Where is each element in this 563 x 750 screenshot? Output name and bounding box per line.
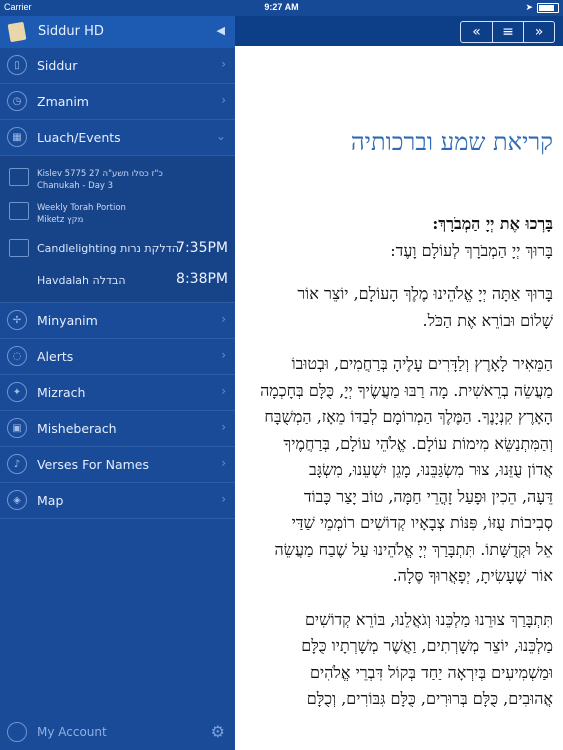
text-line: מַעֲשֵׂה בְרֵאשִׁית. מָה רַבּוּ מַעֲשֶׂי… xyxy=(260,380,553,400)
prayer-title: קריאת שמע וברכותיה xyxy=(350,128,553,156)
sidebar-item-map[interactable]: ◈ Map › xyxy=(0,483,235,519)
sidebar-item-zmanim[interactable]: ◷ Zmanim › xyxy=(0,84,235,120)
sidebar-item-label: Siddur xyxy=(37,58,78,73)
text-line: בָּרוּךְ יְיָ הַמְבֹרָךְ לְעוֹלָם וָעֶד: xyxy=(390,240,553,260)
luach-panel: Kislev 5775 27 כ"ז כסלו תשע"ה Chanukah -… xyxy=(0,156,235,303)
prayer-content[interactable]: קריאת שמע וברכותיה בָּרְכוּ אֶת יְיָ הַמ… xyxy=(235,16,563,750)
text-line: אֲהוּבִים, כֻּלָּם בְּרוּרִים, כֻּלָּם ג… xyxy=(306,689,553,708)
top-toolbar: « ≡ » xyxy=(235,16,563,46)
holiday-label: Chanukah - Day 3 xyxy=(37,181,114,191)
text-line: דֵּעָה, הֵכִין וּפָעַל זָהֳרֵי חַמָּה, ט… xyxy=(303,486,553,506)
my-account-link[interactable]: My Account xyxy=(37,725,107,739)
previous-section-button[interactable]: « xyxy=(461,22,492,42)
calendar-icon xyxy=(9,168,29,186)
scroll-icon: ▣ xyxy=(7,418,27,438)
havdalah-row[interactable]: Havdalah הבדלה 8:38PM xyxy=(0,264,235,294)
candlelighting-row[interactable]: Candlelighting הדלקת נרות 7:35PM xyxy=(0,234,235,264)
sidebar-footer: My Account ⚙ xyxy=(0,715,235,750)
status-bar: Carrier 9:27 AM ➤ xyxy=(0,0,563,16)
chevron-right-icon: › xyxy=(221,57,226,71)
sidebar-item-label: Zmanim xyxy=(37,94,89,109)
music-note-icon: ♪ xyxy=(7,454,27,474)
sidebar-item-luach[interactable]: ▦ Luach/Events ⌄ xyxy=(0,120,235,156)
prayer-text: בָּרְכוּ אֶת יְיָ הַמְבֹרָךְ: בָּרוּךְ י… xyxy=(235,211,553,730)
text-line: הַמֵּאִיר לָאָרֶץ וְלַדָּרִים עָלֶיהָ בְ… xyxy=(291,354,553,373)
text-line: סְבִיבוֹת עֻזּוֹ, פִּנּוֹת צְבָאָיו קְדו… xyxy=(291,513,553,532)
candlelighting-label: Candlelighting הדלקת נרות xyxy=(37,242,179,255)
sidebar-item-verses-for-names[interactable]: ♪ Verses For Names › xyxy=(0,447,235,483)
text-line: וְהַמִּתְנַשֵּׂא מִימוֹת עוֹלָם. אֱלֹהֵי… xyxy=(283,433,553,453)
chevron-right-icon: › xyxy=(221,420,226,434)
sidebar-item-mizrach[interactable]: ✦ Mizrach › xyxy=(0,375,235,411)
text-line: אֲדוֹן עֻזֵּנוּ, צוּר מִשְׂגַּבֵּנוּ, מָ… xyxy=(308,460,553,479)
torah-portion-heading: Weekly Torah Portion xyxy=(37,203,126,213)
sidebar-item-misheberach[interactable]: ▣ Misheberach › xyxy=(0,411,235,447)
text-line: בָּרוּךְ אַתָּה יְיָ אֱלֹהֵינוּ מֶלֶךְ ה… xyxy=(297,284,553,303)
sidebar-item-label: Luach/Events xyxy=(37,130,121,145)
torah-portion-name: Miketz מקץ xyxy=(37,215,84,225)
chevron-right-icon: › xyxy=(221,384,226,398)
table-of-contents-button[interactable]: ≡ xyxy=(492,22,523,42)
collapse-sidebar-icon[interactable]: ◀ xyxy=(217,24,225,37)
gear-icon[interactable]: ⚙ xyxy=(211,722,225,741)
paragraph-yotzer: בָּרוּךְ אַתָּה יְיָ אֱלֹהֵינוּ מֶלֶךְ ה… xyxy=(235,281,553,334)
star-compass-icon: ✦ xyxy=(7,382,27,402)
book-icon: ▯ xyxy=(7,55,27,75)
chevron-right-icon: › xyxy=(221,492,226,506)
havdalah-label: Havdalah הבדלה xyxy=(37,274,126,287)
text-line: תִּתְבָּרַךְ צוּרֵנוּ מַלְכֵּנוּ וְגֹאֲל… xyxy=(304,609,553,629)
map-icon: ◈ xyxy=(7,490,27,510)
chat-bubble-icon: ◌ xyxy=(7,346,27,366)
paragraph-barchu: בָּרְכוּ אֶת יְיָ הַמְבֹרָךְ: בָּרוּךְ י… xyxy=(235,211,553,264)
sidebar-item-label: Misheberach xyxy=(37,421,117,436)
navigation-segmented-control: « ≡ » xyxy=(460,21,555,43)
hebrew-date: Kislev 5775 27 כ"ז כסלו תשע"ה xyxy=(37,169,163,179)
sidebar-item-alerts[interactable]: ◌ Alerts › xyxy=(0,339,235,375)
sidebar-item-label: Alerts xyxy=(37,349,74,364)
sidebar-item-label: Verses For Names xyxy=(37,457,149,472)
sidebar-item-minyanim[interactable]: ✢ Minyanim › xyxy=(0,303,235,339)
sidebar-item-label: Mizrach xyxy=(37,385,86,400)
text-line: הָאָרֶץ קִנְיָנֶךָ. הַמֶּלֶךְ הַמְרוֹמָם… xyxy=(264,407,553,426)
chevron-right-icon: › xyxy=(221,93,226,107)
chevron-right-icon: › xyxy=(221,312,226,326)
chevron-down-icon: ⌄ xyxy=(215,129,226,143)
text-line: מַלְכֵּנוּ, יוֹצֵר מְשָׁרְתִים, וַאֲשֶׁר… xyxy=(301,636,553,655)
havdalah-time: 8:38PM xyxy=(176,271,228,287)
text-line: בָּרְכוּ אֶת יְיָ הַמְבֹרָךְ: xyxy=(432,214,553,233)
paragraph-titbarach: תִּתְבָּרַךְ צוּרֵנוּ מַלְכֵּנוּ וְגֹאֲל… xyxy=(235,607,553,713)
battery-icon xyxy=(537,2,559,13)
paragraph-hameir: הַמֵּאִיר לָאָרֶץ וְלַדָּרִים עָלֶיהָ בְ… xyxy=(235,351,553,590)
candlelighting-time: 7:35PM xyxy=(176,240,228,256)
text-line: אוֹר שֶׁעָשִׂיתָ, יְפָאֲרוּךָ סֶּלָה. xyxy=(392,566,553,585)
torah-scroll-icon xyxy=(9,202,29,220)
hebrew-date-row[interactable]: Kislev 5775 27 כ"ז כסלו תשע"ה Chanukah -… xyxy=(0,164,235,194)
sidebar-header[interactable]: Siddur HD ◀ xyxy=(0,16,235,48)
candles-icon xyxy=(9,239,29,257)
calendar-icon: ▦ xyxy=(7,127,27,147)
next-section-button[interactable]: » xyxy=(523,22,554,42)
torah-portion-row[interactable]: Weekly Torah Portion Miketz מקץ xyxy=(0,198,235,228)
location-icon: ➤ xyxy=(525,2,533,12)
app-title: Siddur HD xyxy=(38,24,104,39)
compass-icon: ✢ xyxy=(7,310,27,330)
chevron-right-icon: › xyxy=(221,348,226,362)
sidebar: Siddur HD ◀ ▯ Siddur › ◷ Zmanim › ▦ Luac… xyxy=(0,16,235,750)
text-line: וּמַשְׁמִיעִים בְּיִרְאָה יַחַד בְּקוֹל … xyxy=(310,662,553,682)
sidebar-item-label: Minyanim xyxy=(37,313,98,328)
sidebar-item-label: Map xyxy=(37,493,64,508)
text-line: אֵל וּקְדֻשָּׁתוֹ. תִּתְבָּרַךְ יְיָ אֱל… xyxy=(274,539,553,559)
sidebar-item-siddur[interactable]: ▯ Siddur › xyxy=(0,48,235,84)
status-time: 9:27 AM xyxy=(264,2,299,12)
app-logo-icon xyxy=(7,21,27,43)
clock-icon: ◷ xyxy=(7,91,27,111)
user-icon xyxy=(7,722,27,742)
text-line: שָׁלוֹם וּבוֹרֵא אֶת הַכֹּל. xyxy=(422,310,553,330)
chevron-right-icon: › xyxy=(221,456,226,470)
